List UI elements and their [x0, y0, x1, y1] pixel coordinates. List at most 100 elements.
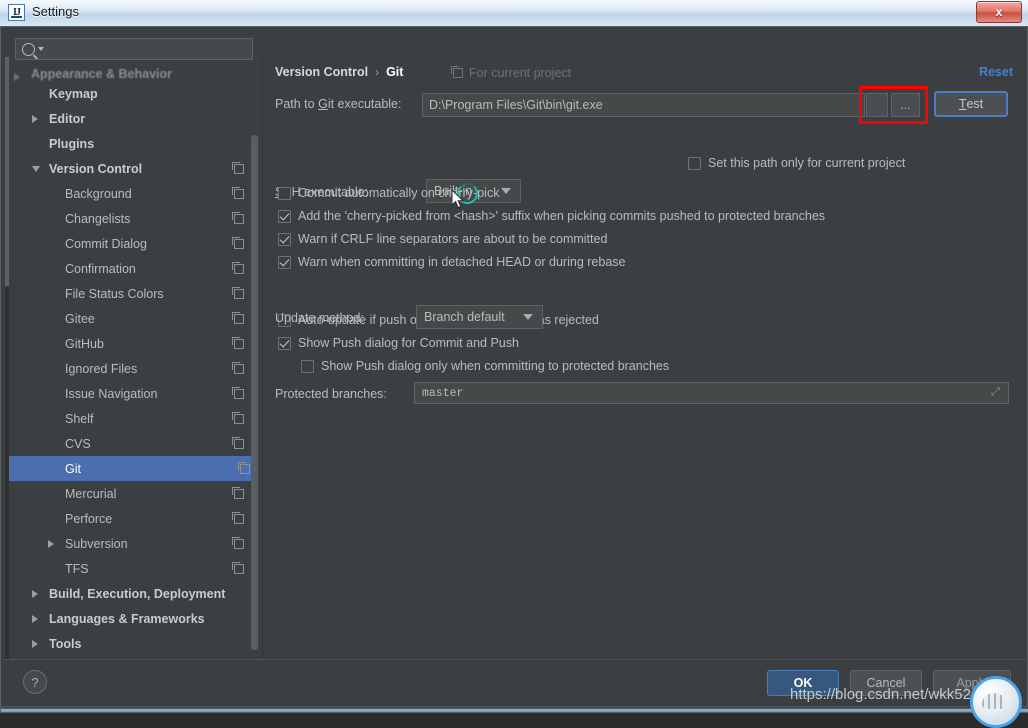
- close-icon: x: [995, 5, 1003, 19]
- chevron-down-icon: [523, 314, 533, 320]
- sidebar-item-label: Git: [65, 461, 81, 476]
- checkbox-row-show-push-dialog-only-when-committing-to-protect[interactable]: Show Push dialog only when committing to…: [301, 359, 669, 373]
- csdn-logo-icon: [970, 676, 1022, 728]
- project-scope-icon: [232, 436, 244, 449]
- git-path-input[interactable]: D:\Program Files\Git\bin\git.exe: [422, 93, 865, 117]
- test-button[interactable]: Test: [934, 91, 1008, 117]
- sidebar-item-label: Editor: [49, 111, 86, 126]
- git-path-value: D:\Program Files\Git\bin\git.exe: [429, 98, 603, 112]
- sidebar-item-tfs[interactable]: TFS: [9, 556, 250, 581]
- sidebar-item-mercurial[interactable]: Mercurial: [9, 481, 250, 506]
- sidebar-item-label: Changelists: [65, 211, 131, 226]
- sidebar-item-ignored-files[interactable]: Ignored Files: [9, 356, 250, 381]
- chevron-right-icon[interactable]: [32, 614, 38, 623]
- intellij-idea-icon: IJ: [8, 4, 25, 21]
- checkbox-label: Commit automatically on cherry-pick: [298, 186, 500, 200]
- sidebar-item-label: Mercurial: [65, 486, 117, 501]
- ok-button[interactable]: OK: [767, 670, 839, 696]
- chevron-right-icon[interactable]: [48, 539, 54, 548]
- breadcrumb-parent[interactable]: Version Control: [275, 65, 368, 79]
- project-scope-icon: [232, 411, 244, 424]
- protected-branches-label: Protected branches:: [275, 387, 387, 401]
- checkbox-warn-when-committing-in-detached-head-or-during-[interactable]: [278, 255, 291, 269]
- sidebar-item-label: Plugins: [49, 136, 95, 151]
- help-button[interactable]: ?: [23, 670, 47, 694]
- checkbox-label: Warn if CRLF line separators are about t…: [298, 232, 608, 246]
- sidebar-item-github[interactable]: GitHub: [9, 331, 250, 356]
- sidebar-item-issue-navigation[interactable]: Issue Navigation: [9, 381, 250, 406]
- sidebar-item-plugins[interactable]: Plugins: [9, 131, 250, 156]
- dialog-footer: ? OK Cancel Apply: [3, 659, 1026, 710]
- sidebar-item-label: Background: [65, 186, 132, 201]
- sidebar-item-gitee[interactable]: Gitee: [9, 306, 250, 331]
- project-scope-icon: [232, 186, 244, 199]
- checkbox-row-warn-when-committing-in-detached-head-or-during-[interactable]: Warn when committing in detached HEAD or…: [278, 255, 625, 269]
- git-path-browse-button[interactable]: ...: [891, 93, 920, 117]
- cancel-button[interactable]: Cancel: [850, 670, 922, 696]
- sidebar-item-build-execution-deployment[interactable]: Build, Execution, Deployment: [9, 581, 250, 606]
- project-scope-icon: [232, 386, 244, 399]
- test-label: est: [966, 97, 984, 111]
- sidebar-item-perforce[interactable]: Perforce: [9, 506, 250, 531]
- project-scope-icon: [238, 461, 250, 474]
- sidebar-item-label: Subversion: [65, 536, 128, 551]
- sidebar-item-file-status-colors[interactable]: File Status Colors: [9, 281, 250, 306]
- sidebar-scrollbar-track[interactable]: [251, 67, 260, 655]
- sidebar-item-appearance-behavior[interactable]: Appearance & Behavior: [9, 67, 250, 81]
- sidebar-item-shelf[interactable]: Shelf: [9, 406, 250, 431]
- checkbox-warn-if-crlf-line-separators-are-about-to-be-com[interactable]: [278, 232, 291, 246]
- sidebar-item-background[interactable]: Background: [9, 181, 250, 206]
- checkbox-add-the-cherry-picked-from-hash-suffix-when-pick[interactable]: [278, 209, 291, 223]
- sidebar-item-label: GitHub: [65, 336, 104, 351]
- sidebar-scrollbar-thumb[interactable]: [251, 135, 258, 650]
- chevron-right-icon[interactable]: [32, 114, 38, 123]
- sidebar-item-tools[interactable]: Tools: [9, 631, 250, 655]
- search-icon: [22, 42, 44, 56]
- project-scope-icon: [232, 536, 244, 549]
- set-path-only-checkbox[interactable]: [688, 156, 701, 170]
- chevron-right-icon[interactable]: [32, 589, 38, 598]
- sidebar-item-label: File Status Colors: [65, 286, 164, 301]
- sidebar-item-git[interactable]: Git: [9, 456, 256, 481]
- sidebar-item-commit-dialog[interactable]: Commit Dialog: [9, 231, 250, 256]
- sidebar-item-label: Appearance & Behavior: [31, 67, 173, 81]
- checkbox-commit-automatically-on-cherry-pick[interactable]: [278, 186, 291, 200]
- expand-icon[interactable]: ⤢: [991, 388, 1002, 399]
- sidebar-item-cvs[interactable]: CVS: [9, 431, 250, 456]
- settings-window: IJ Settings x Appearance & Behavior Keyma…: [0, 0, 1028, 713]
- sidebar-item-keymap[interactable]: Keymap: [9, 81, 250, 106]
- checkbox-row-commit-automatically-on-cherry-pick[interactable]: Commit automatically on cherry-pick: [278, 186, 499, 200]
- checkbox-row-warn-if-crlf-line-separators-are-about-to-be-com[interactable]: Warn if CRLF line separators are about t…: [278, 232, 607, 246]
- checkbox-row-add-the-cherry-picked-from-hash-suffix-when-pick[interactable]: Add the 'cherry-picked from <hash>' suff…: [278, 209, 825, 223]
- sidebar-item-editor[interactable]: Editor: [9, 106, 250, 131]
- sidebar-item-confirmation[interactable]: Confirmation: [9, 256, 250, 281]
- search-input[interactable]: [44, 41, 252, 57]
- set-path-only-row[interactable]: Set this path only for current project: [688, 156, 905, 170]
- update-method-label: Update method:: [275, 311, 364, 325]
- sidebar-search-box[interactable]: [15, 38, 253, 60]
- checkbox-show-push-dialog-only-when-committing-to-protect[interactable]: [301, 359, 314, 373]
- checkbox-row-show-push-dialog-for-commit-and-push[interactable]: Show Push dialog for Commit and Push: [278, 336, 519, 350]
- update-method-dropdown[interactable]: Branch default: [416, 305, 543, 329]
- sidebar-item-label: Confirmation: [65, 261, 136, 276]
- sidebar-item-label: Version Control: [49, 161, 143, 176]
- project-scope-icon: [232, 336, 244, 349]
- test-label-mnemonic: T: [958, 97, 967, 111]
- close-button[interactable]: x: [976, 1, 1022, 23]
- chevron-down-icon[interactable]: [32, 165, 40, 172]
- chevron-right-icon[interactable]: [14, 73, 20, 81]
- sidebar-item-version-control[interactable]: Version Control: [9, 156, 250, 181]
- sidebar-item-languages-frameworks[interactable]: Languages & Frameworks: [9, 606, 250, 631]
- protected-branches-input[interactable]: master ⤢: [414, 382, 1009, 404]
- reset-link[interactable]: Reset: [979, 65, 1013, 79]
- sidebar-item-subversion[interactable]: Subversion: [9, 531, 250, 556]
- sidebar-item-label: Shelf: [65, 411, 94, 426]
- title-bar[interactable]: IJ Settings x: [0, 0, 1028, 26]
- settings-dialog-body: Appearance & Behavior Keymap Editor Plugins…: [0, 26, 1028, 713]
- project-scope-icon: [232, 236, 244, 249]
- project-scope-icon: [232, 211, 244, 224]
- checkbox-show-push-dialog-for-commit-and-push[interactable]: [278, 336, 291, 350]
- sidebar-item-changelists[interactable]: Changelists: [9, 206, 250, 231]
- git-path-secondary-button[interactable]: [866, 93, 888, 117]
- chevron-right-icon[interactable]: [32, 639, 38, 648]
